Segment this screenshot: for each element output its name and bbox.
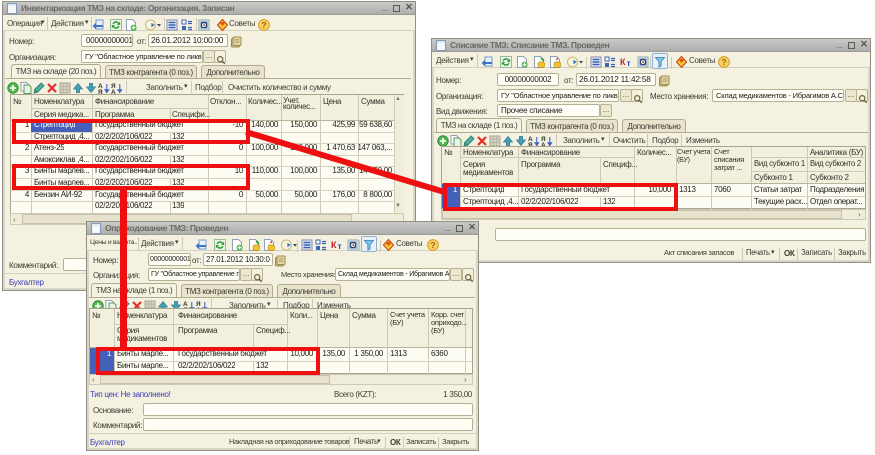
svg-text:т: т (627, 59, 631, 68)
svg-text:К: К (331, 240, 337, 250)
svg-text:?: ? (430, 240, 435, 250)
svg-text:К: К (620, 57, 626, 67)
svg-text:?: ? (261, 20, 266, 30)
svg-text:т: т (338, 242, 342, 251)
svg-text:?: ? (721, 57, 726, 67)
